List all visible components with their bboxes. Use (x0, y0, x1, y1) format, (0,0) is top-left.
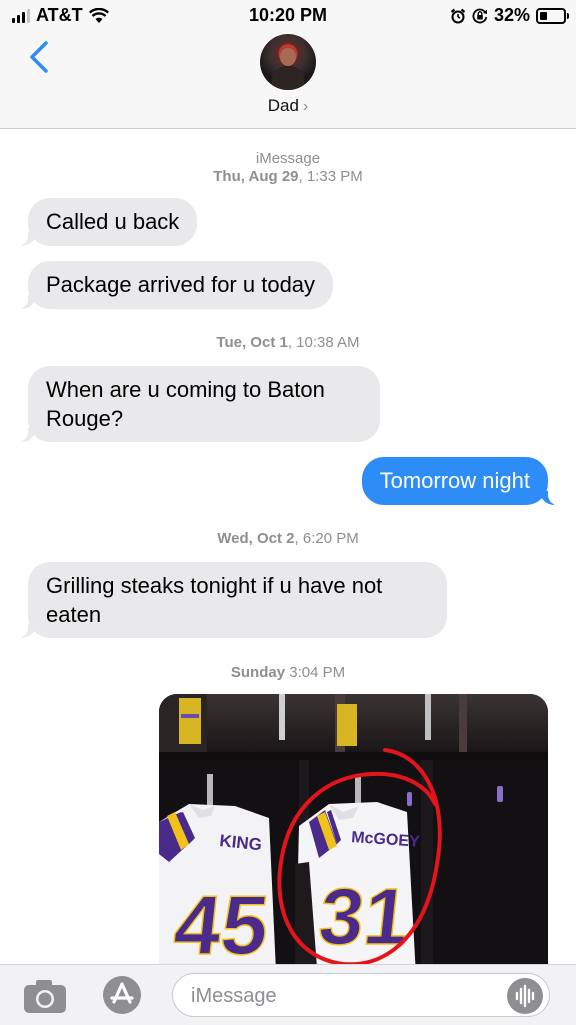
status-bar: AT&T 10:20 PM 32% (0, 0, 576, 30)
message-text: Grilling steaks tonight if u have not ea… (46, 573, 383, 627)
contact-name: Dad (267, 96, 299, 115)
bubble-tail (540, 489, 562, 505)
incoming-message[interactable]: Called u back (14, 198, 198, 246)
contact-avatar[interactable] (260, 34, 316, 90)
audio-message-button[interactable] (507, 978, 543, 1014)
message-input-bar: iMessage (0, 964, 576, 1025)
photo-attachment[interactable]: KING 45 McGOEY 31 (159, 694, 548, 994)
timestamp-time: 6:20 PM (302, 530, 359, 547)
message-input-placeholder: iMessage (191, 985, 277, 1007)
battery-icon (536, 7, 569, 24)
incoming-message[interactable]: When are u coming to Baton Rouge? (14, 366, 380, 442)
locker-room-photo: KING 45 McGOEY 31 (159, 694, 548, 994)
rotation-lock-icon (472, 8, 488, 23)
timestamp-header: Sunday 3:04 PM (0, 664, 576, 682)
timestamp-day: Thu, Aug 29 (213, 168, 299, 185)
app-store-icon (103, 976, 141, 1014)
message-text: Called u back (46, 209, 180, 234)
jersey-number: 45 (170, 878, 273, 972)
waveform-icon (515, 984, 535, 1008)
message-input[interactable]: iMessage (172, 973, 550, 1017)
timestamp-header: iMessage Thu, Aug 29, 1:33 PM (0, 150, 576, 186)
avatar-figure (272, 66, 304, 90)
service-label: iMessage (255, 150, 321, 167)
app-store-button[interactable] (98, 974, 146, 1016)
bubble-tail (14, 622, 36, 638)
avatar-face (280, 48, 296, 66)
timestamp-day: Tue, Oct 1 (216, 334, 288, 351)
incoming-message[interactable]: Package arrived for u today (14, 261, 334, 309)
bubble-tail (14, 230, 36, 246)
chevron-left-icon (30, 41, 48, 73)
chevron-right-icon: › (302, 98, 309, 115)
bubble-tail (14, 426, 36, 442)
battery-level-fill (540, 11, 547, 20)
timestamp-time: 1:33 PM (306, 168, 363, 185)
message-text: Tomorrow night (379, 468, 530, 493)
outgoing-message[interactable]: Tomorrow night (361, 457, 562, 505)
message-text: When are u coming to Baton Rouge? (46, 377, 325, 431)
contact-name-button[interactable]: Dad › (0, 96, 576, 116)
camera-button[interactable] (22, 977, 68, 1015)
bubble-tail (14, 293, 36, 309)
timestamp-header: Wed, Oct 2, 6:20 PM (217, 530, 359, 547)
alarm-icon (450, 8, 466, 23)
camera-icon (24, 980, 66, 1013)
incoming-message[interactable]: Grilling steaks tonight if u have not ea… (14, 562, 447, 638)
timestamp-header: Tue, Oct 1, 10:38 AM (216, 334, 360, 351)
message-text: Package arrived for u today (46, 272, 316, 297)
timestamp-time: 3:04 PM (289, 664, 346, 681)
timestamp-day: Wed, Oct 2 (217, 530, 295, 547)
timestamp-time: 10:38 AM (296, 334, 360, 351)
back-button[interactable] (26, 40, 54, 74)
battery-percent: 32% (493, 5, 530, 25)
timestamp-day: Sunday (230, 664, 286, 681)
